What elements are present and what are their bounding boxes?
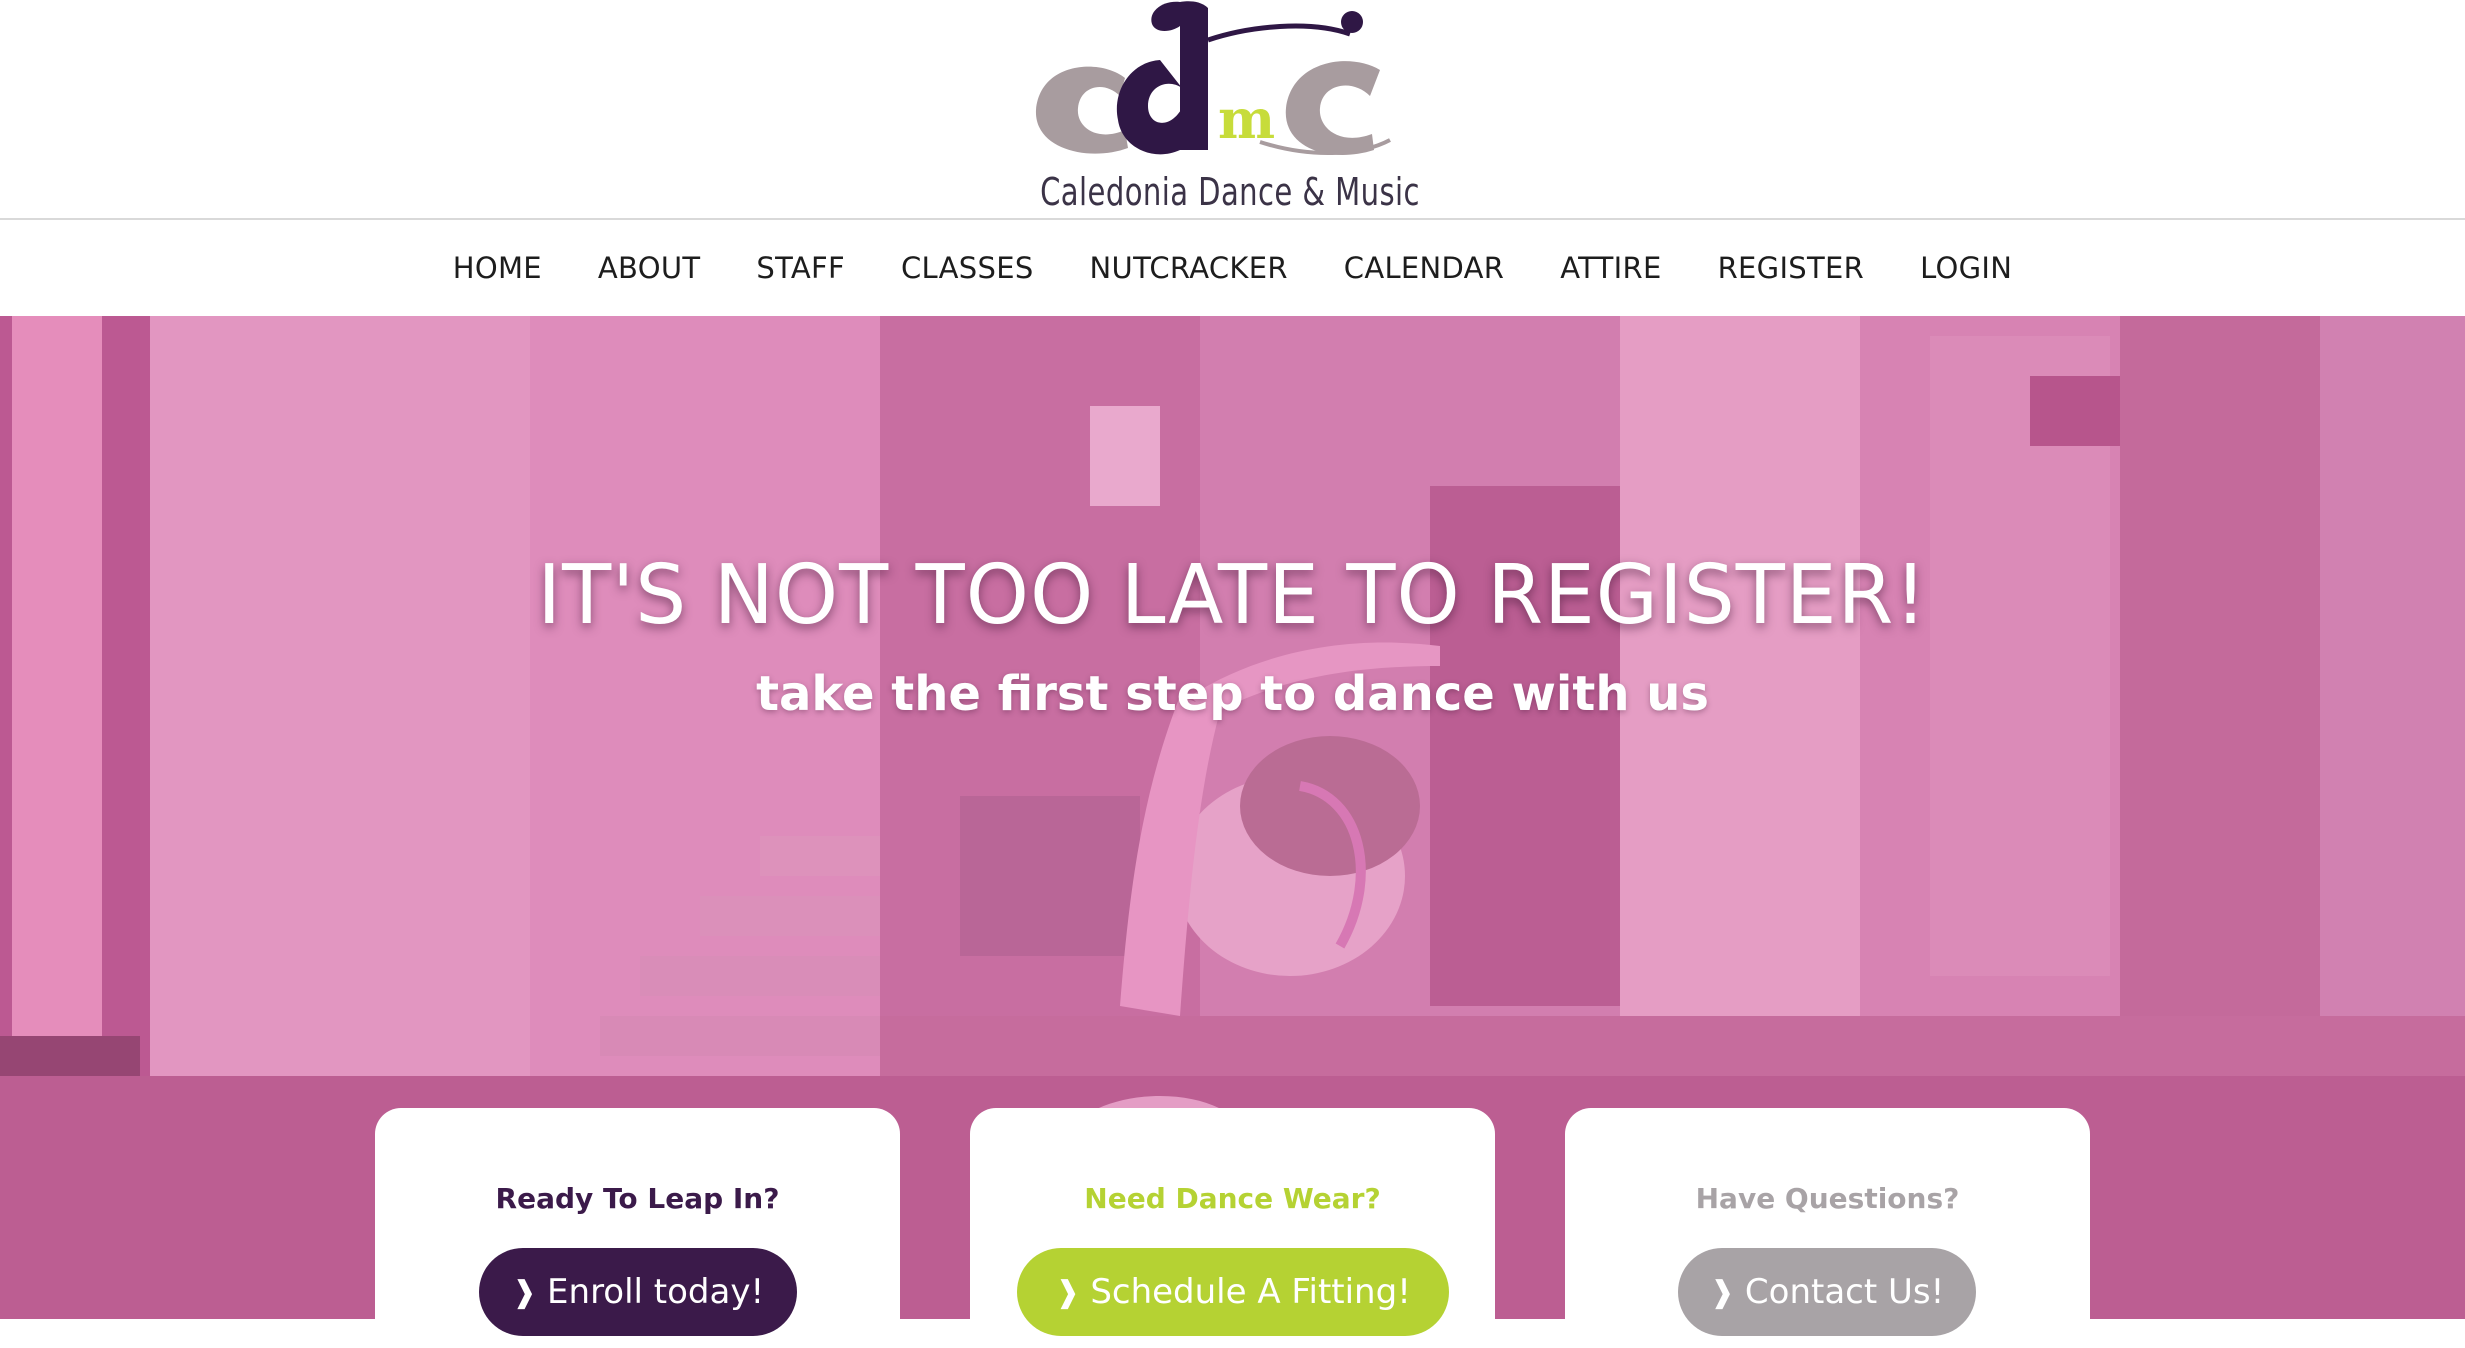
main-nav: HOME ABOUT STAFF CLASSES NUTCRACKER CALE… xyxy=(0,220,2465,316)
nav-item-register[interactable]: REGISTER xyxy=(1690,251,1893,285)
svg-text:m: m xyxy=(1218,87,1275,151)
nav-item-nutcracker[interactable]: NUTCRACKER xyxy=(1062,251,1316,285)
card-dance-wear: Need Dance Wear? ❱ Schedule A Fitting! xyxy=(970,1108,1495,1348)
chevron-right-icon: ❱ xyxy=(1055,1274,1081,1310)
schedule-fitting-button-label: Schedule A Fitting! xyxy=(1090,1272,1411,1312)
card-title: Ready To Leap In? xyxy=(495,1182,780,1215)
nav-item-classes[interactable]: CLASSES xyxy=(873,251,1062,285)
chevron-right-icon: ❱ xyxy=(1709,1274,1735,1310)
nav-item-about[interactable]: ABOUT xyxy=(570,251,729,285)
nav-item-attire[interactable]: ATTIRE xyxy=(1532,251,1689,285)
cdmc-logo-icon[interactable]: m xyxy=(1030,0,1450,170)
contact-us-button[interactable]: ❱ Contact Us! xyxy=(1678,1248,1976,1336)
site-header: m Caledonia Dance & Music Center xyxy=(0,0,2465,258)
card-questions: Have Questions? ❱ Contact Us! xyxy=(1565,1108,2090,1348)
hero-title: IT'S NOT TOO LATE TO REGISTER! xyxy=(537,548,1928,643)
enroll-button[interactable]: ❱ Enroll today! xyxy=(479,1248,797,1336)
nav-item-login[interactable]: LOGIN xyxy=(1892,251,2040,285)
nav-item-staff[interactable]: STAFF xyxy=(728,251,873,285)
nav-item-home[interactable]: HOME xyxy=(425,251,570,285)
card-title: Need Dance Wear? xyxy=(1084,1182,1381,1215)
nav-item-calendar[interactable]: CALENDAR xyxy=(1316,251,1532,285)
schedule-fitting-button[interactable]: ❱ Schedule A Fitting! xyxy=(1017,1248,1449,1336)
contact-us-button-label: Contact Us! xyxy=(1744,1272,1945,1312)
card-title: Have Questions? xyxy=(1695,1182,1960,1215)
chevron-right-icon: ❱ xyxy=(511,1274,538,1310)
card-enroll: Ready To Leap In? ❱ Enroll today! xyxy=(375,1108,900,1348)
enroll-button-label: Enroll today! xyxy=(547,1272,765,1312)
hero-subtitle: take the first step to dance with us xyxy=(756,666,1709,722)
